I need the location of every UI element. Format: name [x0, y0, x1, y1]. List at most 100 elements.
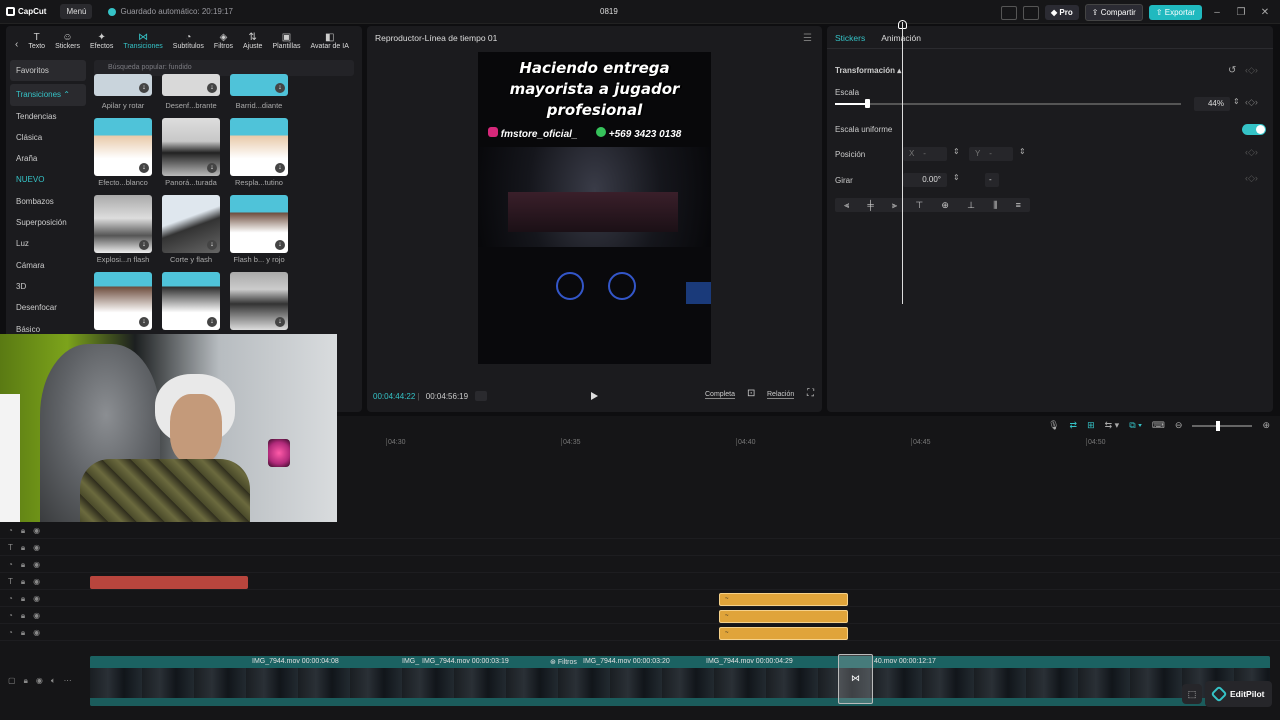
download-icon[interactable]: ↓ — [139, 240, 149, 250]
lock-icon[interactable]: 🔒︎ — [21, 543, 25, 553]
tab-transiciones[interactable]: ⋈ Transiciones — [118, 26, 167, 51]
eye-icon[interactable]: ◉ — [33, 611, 40, 620]
transition-thumb-7[interactable]: ↓ — [94, 195, 152, 253]
menu-button[interactable]: Menú — [60, 4, 93, 19]
sidebar-item-superposicion[interactable]: Superposición — [10, 212, 86, 233]
lock-icon[interactable]: 🔒︎ — [21, 577, 25, 587]
transform-section[interactable]: Transformación ▴ — [835, 66, 901, 75]
zoom-out-icon[interactable]: ⊖ — [1175, 420, 1183, 431]
transition-thumb-5[interactable]: ↓ — [162, 118, 220, 176]
text-clip[interactable] — [90, 576, 248, 589]
mic-icon[interactable]: 🎙 — [1048, 420, 1059, 431]
tools-back-icon[interactable]: ‹ — [10, 26, 23, 50]
scale-stepper[interactable]: ⇕ — [1233, 97, 1240, 106]
sidebar-item-transiciones[interactable]: Transiciones ⌃ — [10, 84, 86, 106]
more-icon[interactable]: ⋯ — [64, 676, 72, 685]
reset-icon[interactable]: ↺ — [1228, 65, 1236, 76]
tab-filtros[interactable]: ◈ Filtros — [209, 26, 238, 51]
scale-slider-knob[interactable] — [865, 99, 870, 108]
tab-stickers[interactable]: ☺ Stickers — [50, 26, 85, 51]
shortcut-icon[interactable] — [1023, 5, 1040, 20]
sidebar-item-nuevo[interactable]: NUEVO — [10, 169, 86, 190]
sticker-clip[interactable]: ~ — [719, 593, 848, 606]
eye-icon[interactable]: ◉ — [36, 676, 43, 685]
download-icon[interactable]: ↓ — [139, 83, 149, 93]
tab-texto[interactable]: T Texto — [23, 26, 50, 51]
download-icon[interactable]: ↓ — [207, 317, 217, 327]
transition-thumb-10[interactable]: ↓ — [94, 272, 152, 330]
minimize-icon[interactable]: – — [1208, 7, 1226, 18]
pro-button[interactable]: ◆ Pro — [1045, 5, 1079, 20]
crop-icon[interactable]: ⊡ — [747, 388, 755, 399]
tab-plantillas[interactable]: ▣ Plantillas — [267, 26, 305, 51]
complete-button[interactable]: Completa — [705, 391, 735, 399]
eye-icon[interactable]: ◉ — [33, 543, 40, 552]
magnet-icon[interactable]: ⊞ — [1087, 420, 1095, 431]
sticker-clip[interactable]: ~ — [719, 627, 848, 640]
transition-thumb-1[interactable]: ↓ — [94, 74, 152, 96]
tab-ajuste[interactable]: ⇅ Ajuste — [238, 26, 267, 51]
sidebar-item-luz[interactable]: Luz — [10, 233, 86, 254]
tab-efectos[interactable]: ✦ Efectos — [85, 26, 118, 51]
transition-thumb-3[interactable]: ↓ — [230, 74, 288, 96]
eye-icon[interactable]: ◉ — [33, 577, 40, 586]
main-video-track[interactable]: IMG_7944.mov 00:00:04:08 IMG_ IMG_7944.m… — [90, 656, 1270, 706]
sticker-clip[interactable]: ~ — [719, 610, 848, 623]
transition-thumb-2[interactable]: ↓ — [162, 74, 220, 96]
keyframe-icon[interactable]: ‹◇› — [1245, 65, 1258, 76]
eye-icon[interactable]: ◉ — [33, 628, 40, 637]
align-center-v-icon[interactable]: ⊕ — [941, 200, 949, 211]
align-right-icon[interactable]: ⫸ — [892, 200, 897, 211]
transition-thumb-6[interactable]: ↓ — [230, 118, 288, 176]
share-button[interactable]: ⇪ Compartir — [1084, 4, 1143, 21]
sidebar-item-tendencias[interactable]: Tendencias — [10, 106, 86, 127]
export-button[interactable]: ⇧ Exportar — [1148, 5, 1202, 20]
tab-avatar-ia[interactable]: ◧ Avatar de IA — [305, 26, 353, 51]
tag-icon[interactable]: ⬚ — [1182, 684, 1202, 704]
link-icon[interactable]: ⇆ ▾ — [1105, 420, 1120, 431]
sidebar-item-3d[interactable]: 3D — [10, 276, 86, 297]
preview-axis-icon[interactable]: ⧉ ▾ — [1129, 420, 1142, 431]
close-icon[interactable]: ✕ — [1256, 7, 1274, 18]
scale-keyframe-icon[interactable]: ‹◇› — [1245, 97, 1258, 108]
layout-icon[interactable] — [1001, 5, 1018, 20]
rotate-input[interactable]: 0.00° — [903, 173, 947, 187]
scale-input[interactable]: 44% — [1194, 97, 1230, 111]
project-name[interactable]: 0819 — [600, 7, 618, 16]
lock-icon[interactable]: 🔒︎ — [21, 628, 25, 638]
grid-icon[interactable] — [475, 391, 487, 401]
transition-thumb-12[interactable]: ↓ — [230, 272, 288, 330]
download-icon[interactable]: ↓ — [207, 240, 217, 250]
tab-subtitulos[interactable]: ◔ Subtítulos — [168, 26, 209, 51]
distribute-v-icon[interactable]: ≡ — [1016, 200, 1021, 210]
download-icon[interactable]: ↓ — [139, 163, 149, 173]
sidebar-item-clasica[interactable]: Clásica — [10, 127, 86, 148]
download-icon[interactable]: ↓ — [207, 163, 217, 173]
distribute-h-icon[interactable]: ⫼ — [993, 200, 997, 211]
sidebar-item-camara[interactable]: Cámara — [10, 255, 86, 276]
lock-icon[interactable]: 🔒︎ — [21, 560, 25, 570]
video-preview[interactable]: Haciendo entrega mayorista a jugador pro… — [478, 52, 711, 364]
transition-thumb-8[interactable]: ↓ — [162, 195, 220, 253]
position-keyframe-icon[interactable]: ‹◇› — [1245, 147, 1258, 158]
playhead[interactable] — [902, 22, 903, 304]
eye-icon[interactable]: ◉ — [33, 526, 40, 535]
transition-thumb-9[interactable]: ↓ — [230, 195, 288, 253]
scale-slider[interactable] — [835, 103, 1181, 105]
tab-stickers-props[interactable]: Stickers — [835, 33, 865, 43]
transition-thumb-11[interactable]: ↓ — [162, 272, 220, 330]
audio-icon[interactable]: 🔈︎ — [51, 676, 56, 686]
position-y-input[interactable]: Y - — [969, 147, 1013, 161]
rotate-stepper[interactable]: ⇕ — [953, 173, 960, 182]
player-menu-icon[interactable]: ☰ — [803, 33, 812, 44]
rotate-keyframe-icon[interactable]: ‹◇› — [1245, 173, 1258, 184]
ratio-button[interactable]: Relación — [767, 391, 795, 399]
sidebar-item-desenfocar[interactable]: Desenfocar — [10, 297, 86, 318]
download-icon[interactable]: ↓ — [275, 163, 285, 173]
link-main-icon[interactable]: ⇄ — [1070, 420, 1078, 431]
eye-icon[interactable]: ◉ — [33, 594, 40, 603]
download-icon[interactable]: ↓ — [207, 83, 217, 93]
align-bottom-icon[interactable]: ⊥ — [967, 200, 975, 211]
download-icon[interactable]: ↓ — [275, 317, 285, 327]
download-icon[interactable]: ↓ — [275, 240, 285, 250]
